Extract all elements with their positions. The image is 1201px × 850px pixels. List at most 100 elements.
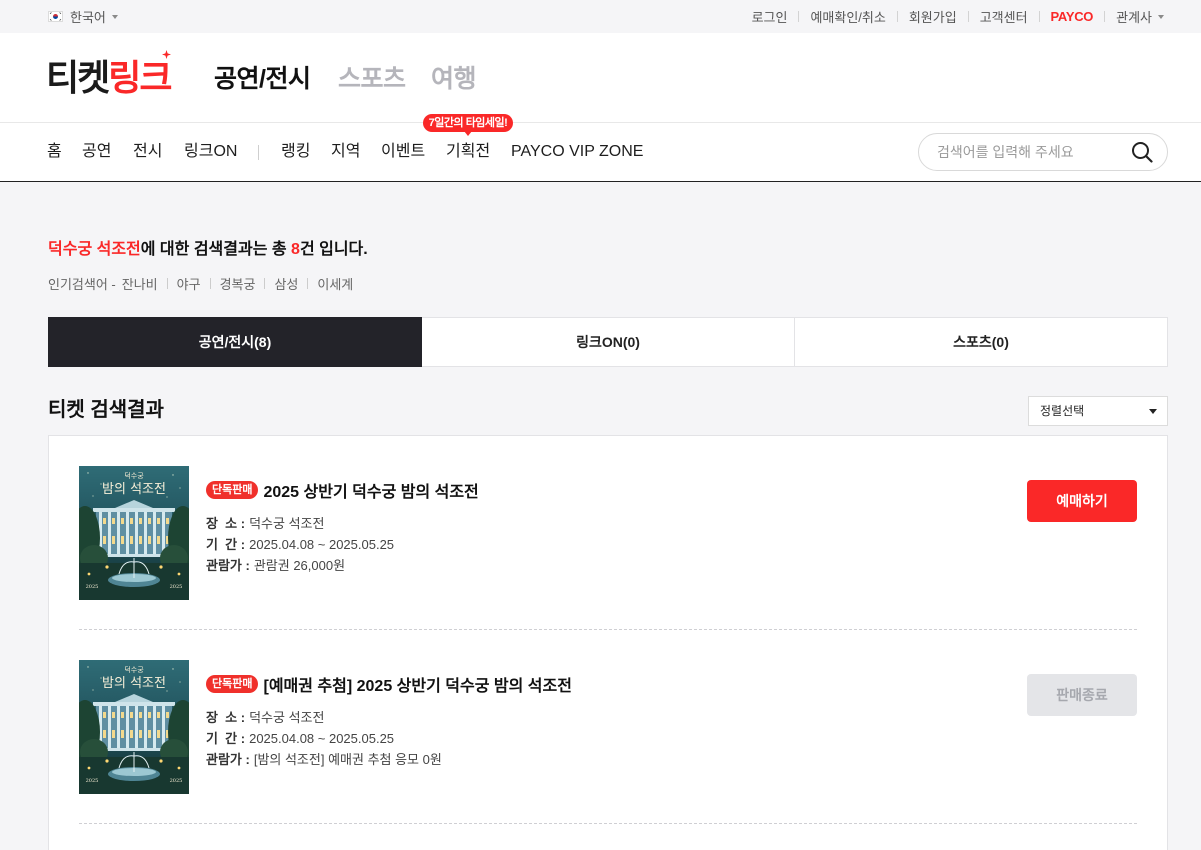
korea-flag-icon	[48, 11, 63, 22]
timesale-badge[interactable]: 7일간의 타임세일!	[423, 114, 513, 136]
search-input[interactable]	[937, 134, 1125, 170]
popular-keywords: 인기검색어 - 잔나비 야구 경복궁 삼성 이세계	[48, 275, 353, 292]
result-count: 8	[291, 241, 300, 258]
tab-performance-exhibition[interactable]: 공연/전시(8)	[48, 317, 422, 367]
reservation-check-link[interactable]: 예매확인/취소	[810, 7, 885, 26]
category-sports[interactable]: 스포츠	[338, 62, 406, 96]
detail-period: 기 간 :2025.04.08 ~ 2025.05.25	[206, 534, 479, 555]
category-performance-exhibition[interactable]: 공연/전시	[214, 62, 311, 96]
result-info: 단독판매 [예매권 추첨] 2025 상반기 덕수궁 밤의 석조전 장 소 :덕…	[206, 660, 572, 794]
divider	[967, 11, 969, 22]
exclusive-sale-badge: 단독판매	[206, 675, 259, 693]
detail-value: 덕수궁 석조전	[249, 516, 325, 531]
detail-value: [밤의 석조전] 예매권 추첨 응모 0원	[253, 752, 442, 767]
nav-divider	[258, 145, 259, 160]
summary-text: 에 대한 검색결과는 총	[140, 241, 292, 258]
poster-year: 2025	[170, 584, 183, 590]
popular-keyword[interactable]: 이세계	[317, 274, 353, 293]
detail-venue: 장 소 : 덕수궁 석조전	[206, 707, 572, 728]
main-nav: 홈 공연 전시 링크ON 랭킹 지역 이벤트 기획전 PAYCO VIP ZON…	[0, 123, 1201, 182]
result-item: 덕수궁 밤의 석조전	[79, 630, 1137, 824]
detail-label: 관람가 :	[206, 558, 250, 573]
login-link[interactable]: 로그인	[752, 7, 788, 26]
result-title-row: 단독판매 2025 상반기 덕수궁 밤의 석조전	[206, 478, 479, 502]
detail-label: 기 간 :	[206, 537, 246, 552]
nav-item-ranking[interactable]: 랭킹	[281, 123, 310, 181]
detail-value: 덕수궁 석조전	[249, 710, 325, 725]
caret-down-icon	[111, 14, 118, 19]
search-box	[918, 133, 1168, 171]
nav-item-payco-vip[interactable]: PAYCO VIP ZONE	[511, 123, 643, 181]
detail-label: 관람가 :	[206, 752, 250, 767]
divider	[307, 278, 309, 289]
top-utility-bar: 한국어 로그인 예매확인/취소 회원가입 고객센터 PAYCO 관계사	[0, 0, 1201, 33]
ticketlink-logo[interactable]: 티켓링크	[46, 50, 173, 99]
popular-keyword[interactable]: 잔나비	[122, 274, 158, 293]
poster-subtitle: 덕수궁	[124, 665, 144, 674]
poster-year: 2025	[170, 778, 183, 784]
site-header: 티켓링크 공연/전시 스포츠 여행	[0, 33, 1201, 123]
search-result-summary: 덕수궁 석조전에 대한 검색결과는 총 8건 입니다.	[48, 240, 368, 260]
detail-label: 장 소 :	[206, 710, 246, 725]
nav-item-region[interactable]: 지역	[331, 123, 360, 181]
detail-price: 관람가 : 관람권 26,000원	[206, 555, 479, 576]
result-title-row: 단독판매 [예매권 추첨] 2025 상반기 덕수궁 밤의 석조전	[206, 672, 572, 696]
sort-selected-label: 정렬선택	[1040, 404, 1085, 418]
exclusive-sale-badge: 단독판매	[206, 481, 259, 499]
language-label: 한국어	[70, 10, 106, 25]
divider	[166, 278, 168, 289]
divider	[264, 278, 266, 289]
result-title[interactable]: [예매권 추첨] 2025 상반기 덕수궁 밤의 석조전	[263, 672, 571, 696]
category-travel[interactable]: 여행	[431, 62, 477, 96]
sort-select[interactable]: 정렬선택	[1028, 396, 1168, 426]
nav-item-exhibition[interactable]: 전시	[133, 123, 162, 181]
nav-item-home[interactable]: 홈	[47, 123, 62, 181]
affiliates-label: 관계사	[1116, 10, 1152, 25]
divider	[896, 11, 898, 22]
detail-period: 기 간 :2025.04.08 ~ 2025.05.25	[206, 728, 572, 749]
popular-keyword[interactable]: 야구	[177, 274, 201, 293]
summary-text-end: 건 입니다.	[299, 241, 368, 258]
signup-link[interactable]: 회원가입	[909, 7, 957, 26]
timesale-badge-label: 7일간의 타임세일!	[428, 117, 508, 129]
nav-item-performance[interactable]: 공연	[82, 123, 111, 181]
ticket-results-panel: 덕수궁 밤의 석조전 2025 2025 단독판매 2025 상반기 덕수궁 밤…	[48, 435, 1168, 850]
tab-sports[interactable]: 스포츠(0)	[795, 317, 1168, 367]
popular-keyword[interactable]: 삼성	[274, 274, 298, 293]
badge-pointer	[464, 131, 472, 136]
search-icon[interactable]	[1131, 141, 1153, 163]
detail-venue: 장 소 : 덕수궁 석조전	[206, 513, 479, 534]
sale-ended-button[interactable]: 판매종료	[1027, 674, 1137, 716]
poster-title: 밤의 석조전	[102, 482, 166, 497]
detail-value: 2025.04.08 ~ 2025.05.25	[249, 537, 395, 552]
popular-keyword[interactable]: 경복궁	[220, 274, 256, 293]
poster-image[interactable]: 덕수궁 밤의 석조전 2025 2025	[79, 466, 189, 600]
poster-title: 밤의 석조전	[102, 676, 166, 691]
language-selector[interactable]: 한국어	[48, 0, 118, 33]
detail-price: 관람가 : [밤의 석조전] 예매권 추첨 응모 0원	[206, 749, 572, 770]
popular-keywords-label: 인기검색어 -	[48, 277, 116, 292]
result-title[interactable]: 2025 상반기 덕수궁 밤의 석조전	[263, 478, 478, 502]
poster-year: 2025	[86, 778, 99, 784]
nav-item-event[interactable]: 이벤트	[381, 123, 425, 181]
poster-year: 2025	[86, 584, 99, 590]
divider	[1104, 11, 1106, 22]
divider	[1038, 11, 1040, 22]
poster-subtitle: 덕수궁	[124, 471, 144, 480]
affiliates-dropdown[interactable]: 관계사	[1116, 7, 1164, 26]
logo-star-icon	[161, 50, 171, 59]
tab-linkon[interactable]: 링크ON(0)	[422, 317, 795, 367]
customer-center-link[interactable]: 고객센터	[980, 7, 1028, 26]
divider	[209, 278, 211, 289]
logo-text-main: 티켓	[46, 57, 110, 98]
result-category-tabs: 공연/전시(8) 링크ON(0) 스포츠(0)	[48, 317, 1168, 367]
detail-value: 관람권 26,000원	[253, 558, 346, 573]
caret-down-icon	[1149, 409, 1157, 414]
nav-item-linkon[interactable]: 링크ON	[184, 123, 237, 181]
book-button[interactable]: 예매하기	[1027, 480, 1137, 522]
divider	[798, 11, 800, 22]
detail-label: 장 소 :	[206, 516, 246, 531]
logo-accent-label: 링크	[108, 57, 172, 98]
payco-link[interactable]: PAYCO	[1051, 9, 1094, 24]
poster-image[interactable]: 덕수궁 밤의 석조전 2025 2025	[79, 660, 189, 794]
